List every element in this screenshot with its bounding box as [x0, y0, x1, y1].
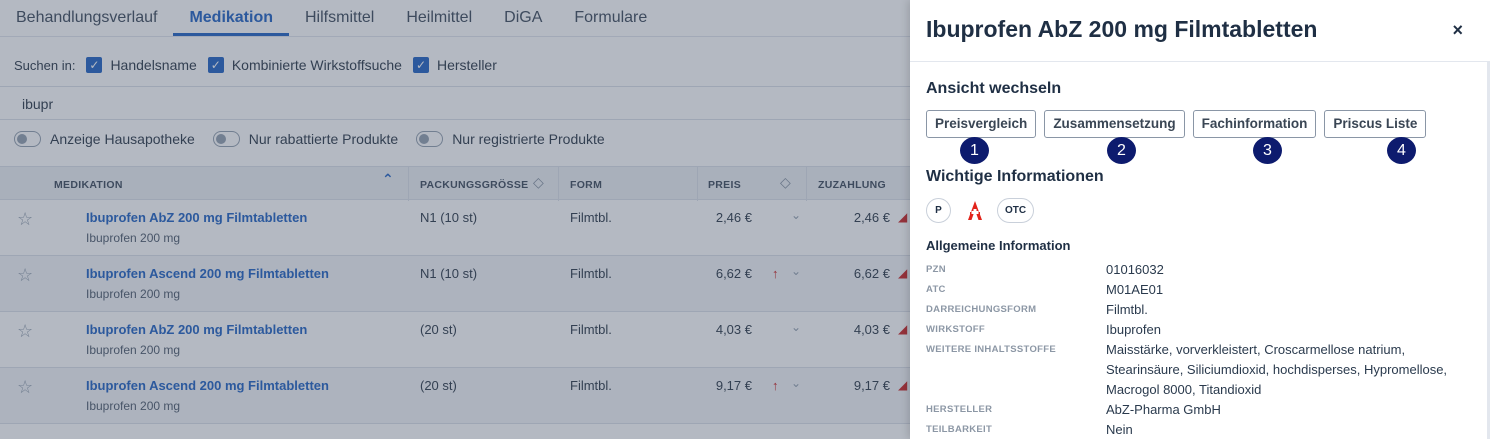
- general-info-list: PZN 01016032 ATC M01AE01 DARREICHUNGSFORM F…: [926, 260, 1466, 439]
- info-value: 01016032: [1106, 262, 1164, 277]
- priscus-liste-button[interactable]: Priscus Liste: [1324, 110, 1427, 138]
- close-button[interactable]: ×: [1452, 20, 1463, 41]
- info-badges: P OTC: [926, 198, 1044, 223]
- preisvergleich-button[interactable]: Preisvergleich: [926, 110, 1037, 138]
- pharmacy-only-badge: P: [926, 198, 951, 223]
- info-value: Nein: [1106, 422, 1133, 437]
- info-key: PZN: [926, 264, 946, 275]
- view-switch-buttons: Preisvergleich Zusammensetzung Fachinfor…: [926, 110, 1434, 138]
- step-badge: 3: [1253, 137, 1282, 164]
- info-row-darreichungsform: DARREICHUNGSFORM Filmtbl.: [926, 300, 1466, 320]
- info-value: AbZ-Pharma GmbH: [1106, 402, 1221, 417]
- info-row-hersteller: HERSTELLER AbZ-Pharma GmbH: [926, 400, 1466, 420]
- panel-header: Ibuprofen AbZ 200 mg Filmtabletten ×: [910, 0, 1490, 62]
- info-key: WEITERE INHALTSSTOFFE: [926, 344, 1056, 355]
- info-value: Maisstärke, vorverkleistert, Croscarmell…: [1106, 342, 1448, 397]
- info-row-teilbarkeit: TEILBARKEIT Nein: [926, 420, 1466, 439]
- fachinformation-button[interactable]: Fachinformation: [1192, 110, 1317, 138]
- info-value: Ibuprofen: [1106, 322, 1161, 337]
- info-key: WIRKSTOFF: [926, 324, 985, 335]
- zusammensetzung-button[interactable]: Zusammensetzung: [1044, 110, 1185, 138]
- info-row-atc: ATC M01AE01: [926, 280, 1466, 300]
- apotheke-icon: [968, 200, 982, 220]
- medication-detail-panel: Ibuprofen AbZ 200 mg Filmtabletten × Ans…: [910, 0, 1490, 439]
- info-key: TEILBARKEIT: [926, 424, 993, 435]
- step-badge: 1: [960, 137, 989, 164]
- important-info-title: Wichtige Informationen: [926, 168, 1104, 185]
- info-row-wirkstoff: WIRKSTOFF Ibuprofen: [926, 320, 1466, 340]
- info-row-inhaltsstoffe: WEITERE INHALTSSTOFFE Maisstärke, vorverk…: [926, 340, 1466, 400]
- panel-title: Ibuprofen AbZ 200 mg Filmtabletten: [926, 16, 1318, 42]
- info-value: Filmtbl.: [1106, 302, 1148, 317]
- modal-backdrop[interactable]: [0, 0, 910, 439]
- info-key: DARREICHUNGSFORM: [926, 304, 1037, 315]
- general-info-title: Allgemeine Information: [926, 238, 1071, 253]
- info-row-pzn: PZN 01016032: [926, 260, 1466, 280]
- step-badge: 4: [1387, 137, 1416, 164]
- step-badge: 2: [1107, 137, 1136, 164]
- info-key: HERSTELLER: [926, 404, 993, 415]
- otc-badge: OTC: [997, 198, 1035, 223]
- info-value: M01AE01: [1106, 282, 1164, 297]
- view-switch-title: Ansicht wechseln: [926, 80, 1062, 97]
- info-key: ATC: [926, 284, 946, 295]
